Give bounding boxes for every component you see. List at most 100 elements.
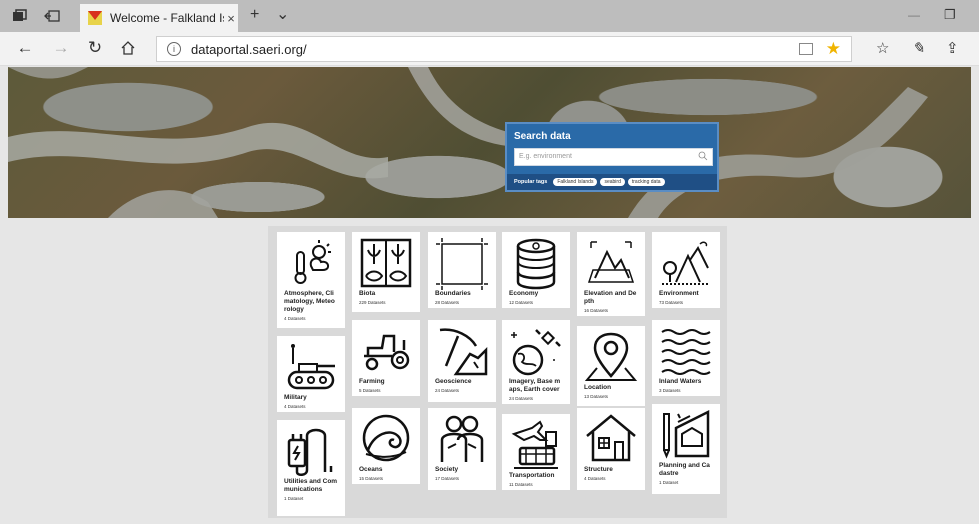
category-card-location-pin[interactable]: Location 13 Datasets xyxy=(577,326,645,406)
plants-fish-icon xyxy=(360,238,412,288)
category-card-house[interactable]: Structure 4 Datasets xyxy=(577,408,645,490)
mountains-tree-icon xyxy=(662,241,710,285)
tag-falkland-islands[interactable]: Falkland Islands xyxy=(553,178,598,186)
category-card-tank[interactable]: Military 4 Datasets xyxy=(277,336,345,412)
tag-tracking-data[interactable]: tracking data xyxy=(627,178,665,186)
category-card-weather-thermometer[interactable]: Atmosphere, Cli matology, Meteo rology 4 … xyxy=(277,232,345,328)
reading-view-icon[interactable] xyxy=(799,43,813,55)
web-note-pen-icon[interactable]: ✎ xyxy=(912,39,925,57)
house-icon xyxy=(586,414,636,462)
category-name: Boundaries xyxy=(435,290,471,297)
category-name: Oceans xyxy=(359,466,383,473)
category-dataset-count: 13 Datasets xyxy=(584,394,609,399)
browser-title-bar: Welcome - Falkland Isla × + ⌄ — ❐ xyxy=(0,0,979,32)
restore-button[interactable]: ❐ xyxy=(944,7,956,23)
set-tabs-aside-icon[interactable] xyxy=(44,8,60,24)
tab-actions-icon[interactable] xyxy=(12,8,28,24)
minimize-button[interactable]: — xyxy=(908,8,920,22)
category-card-boundary-square[interactable]: Boundaries 28 Datasets xyxy=(428,232,496,308)
category-card-plug-battery[interactable]: Utilities and Com munications 1 Dataset xyxy=(277,420,345,516)
category-name: Farming xyxy=(359,378,385,385)
category-card-elevation-grid[interactable]: Elevation and De pth 16 Datasets xyxy=(577,232,645,316)
new-tab-button[interactable]: + xyxy=(250,6,259,24)
favorite-star-icon[interactable]: ★ xyxy=(826,39,841,59)
category-dataset-count: 17 Datasets xyxy=(435,476,460,481)
tank-icon xyxy=(287,344,335,390)
address-bar: ← → ↻ i dataportal.saeri.org/ ★ ☆ ✎ ⇪ xyxy=(0,32,979,66)
category-name: Biota xyxy=(359,290,376,297)
category-dataset-count: 229 Datasets xyxy=(359,300,386,305)
search-placeholder: E.g. environment xyxy=(519,153,572,160)
category-dataset-count: 24 Datasets xyxy=(509,396,534,401)
back-arrow-icon[interactable]: ← xyxy=(14,38,36,58)
category-name: Military xyxy=(284,394,307,401)
location-pin-icon xyxy=(584,332,638,381)
category-name: Location xyxy=(584,384,612,391)
category-dataset-count: 28 Datasets xyxy=(435,300,460,305)
satellite-earth-icon xyxy=(511,329,561,376)
category-name: Imagery, Base m aps, Earth cover xyxy=(509,378,561,393)
hero-texture xyxy=(8,67,928,218)
boundary-square-icon xyxy=(436,238,488,290)
category-dataset-count: 4 Datasets xyxy=(584,476,606,481)
forward-arrow-icon[interactable]: → xyxy=(50,38,72,58)
category-dataset-count: 73 Datasets xyxy=(659,300,684,305)
popular-tags-bar: Popular tags Falkland Islands seabird tr… xyxy=(507,174,717,190)
category-dataset-count: 1 Dataset xyxy=(284,496,304,501)
tag-seabird[interactable]: seabird xyxy=(600,178,625,186)
site-favicon-icon xyxy=(88,11,102,25)
plane-train-icon xyxy=(511,420,558,469)
search-input[interactable]: E.g. environment xyxy=(514,148,713,166)
category-card-ocean-wave[interactable]: Oceans 15 Datasets xyxy=(352,408,420,484)
search-data-card: Search data E.g. environment Popular tag… xyxy=(505,122,719,192)
blueprint-ruler-icon xyxy=(663,409,710,459)
search-title: Search data xyxy=(514,131,571,142)
category-name: Economy xyxy=(509,290,539,297)
category-card-waves[interactable]: Inland Waters 3 Datasets xyxy=(652,320,720,396)
category-card-people[interactable]: Society 17 Datasets xyxy=(428,408,496,490)
favorites-hub-icon[interactable]: ☆ xyxy=(876,39,889,57)
active-tab[interactable]: Welcome - Falkland Isla × xyxy=(80,4,238,32)
tab-title: Welcome - Falkland Isla xyxy=(110,11,224,25)
category-card-mountains-tree[interactable]: Environment 73 Datasets xyxy=(652,232,720,308)
category-name: Environment xyxy=(659,290,699,297)
category-dataset-count: 3 Datasets xyxy=(659,388,681,393)
category-name: Transportation xyxy=(509,472,555,479)
category-name: Planning and Ca dastre xyxy=(659,462,710,477)
popular-tags-label: Popular tags xyxy=(514,179,548,185)
category-card-plants-fish[interactable]: Biota 229 Datasets xyxy=(352,232,420,312)
coins-stack-icon xyxy=(516,238,556,290)
category-card-blueprint-ruler[interactable]: Planning and Ca dastre 1 Dataset xyxy=(652,404,720,494)
tab-list-chevron-icon[interactable]: ⌄ xyxy=(276,4,289,24)
url-text: dataportal.saeri.org/ xyxy=(191,41,307,57)
category-name: Elevation and De pth xyxy=(584,290,637,305)
weather-thermometer-icon xyxy=(294,240,331,284)
tab-close-icon[interactable]: × xyxy=(224,11,238,26)
category-dataset-count: 12 Datasets xyxy=(509,300,534,305)
share-icon[interactable]: ⇪ xyxy=(946,39,959,57)
category-name: Geoscience xyxy=(435,378,472,385)
home-icon[interactable] xyxy=(120,40,136,56)
category-card-coins-stack[interactable]: Economy 12 Datasets xyxy=(502,232,570,308)
category-card-plane-train[interactable]: Transportation 11 Datasets xyxy=(502,414,570,490)
tractor-icon xyxy=(364,334,410,371)
ocean-wave-icon xyxy=(362,414,410,462)
category-dataset-count: 15 Datasets xyxy=(359,476,384,481)
category-card-tractor[interactable]: Farming 5 Datasets xyxy=(352,320,420,396)
category-name: Society xyxy=(435,466,459,473)
url-input[interactable]: i dataportal.saeri.org/ ★ xyxy=(156,36,852,62)
refresh-icon[interactable]: ↻ xyxy=(84,38,106,58)
category-card-pickaxe-rock[interactable]: Geoscience 24 Datasets xyxy=(428,320,496,402)
category-name: Structure xyxy=(584,466,613,473)
category-card-satellite-earth[interactable]: Imagery, Base m aps, Earth cover 24 Datas… xyxy=(502,320,570,404)
category-dataset-count: 5 Datasets xyxy=(359,388,381,393)
hero-banner-image xyxy=(8,67,971,218)
site-info-icon[interactable]: i xyxy=(167,42,181,56)
category-dataset-count: 4 Datasets xyxy=(284,404,306,409)
category-name: Inland Waters xyxy=(659,378,702,385)
category-dataset-count: 4 Datasets xyxy=(284,316,306,321)
pickaxe-rock-icon xyxy=(439,328,488,376)
waves-icon xyxy=(661,329,711,375)
search-icon[interactable] xyxy=(698,151,708,161)
category-dataset-count: 1 Dataset xyxy=(659,480,679,485)
